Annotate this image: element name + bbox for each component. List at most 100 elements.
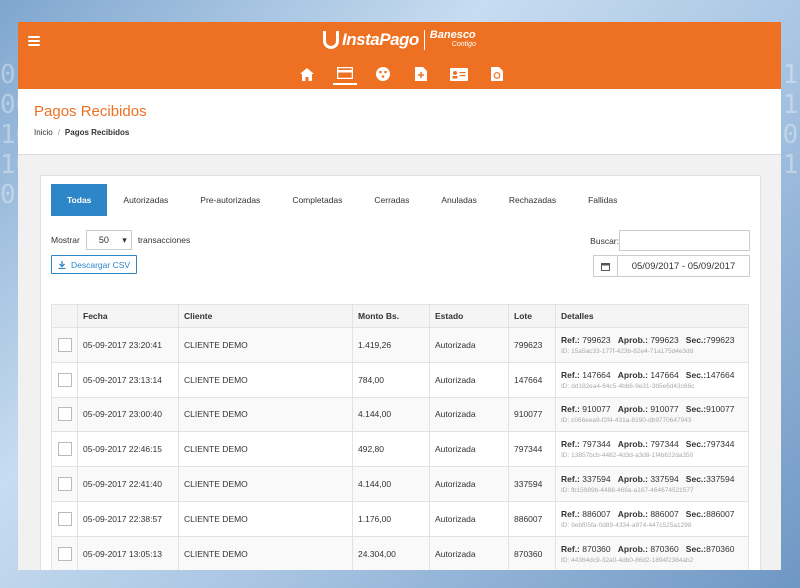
cell-fecha: 05-09-2017 22:46:15: [77, 431, 179, 468]
row-select-cell: [51, 431, 78, 468]
detail-refs: Ref.: 870360 Aprob.: 870360 Sec.:870360: [561, 543, 735, 554]
cell-lote: 886007: [508, 500, 556, 537]
palette-icon[interactable]: [371, 63, 395, 85]
cell-lote: 870360: [508, 535, 556, 570]
download-csv-button[interactable]: Descargar CSV: [51, 255, 138, 274]
tab-completadas[interactable]: Completadas: [276, 184, 358, 216]
detail-refs: Ref.: 337594 Aprob.: 337594 Sec.:337594: [561, 474, 735, 485]
cell-cliente: CLIENTE DEMO: [178, 466, 353, 502]
download-icon: [58, 260, 66, 269]
main-nav: [18, 63, 781, 85]
column-header-monto[interactable]: Monto Bs.: [352, 304, 430, 328]
cell-lote: 147664: [508, 361, 556, 398]
calendar-icon: [594, 256, 618, 276]
tab-cerradas[interactable]: Cerradas: [358, 184, 425, 216]
column-header-cliente[interactable]: Cliente: [178, 304, 353, 328]
table-tools: Mostrar 50 ▾ transacciones Buscar: Descar…: [51, 216, 750, 296]
cell-estado: Autorizada: [429, 466, 509, 502]
detail-refs: Ref.: 886007 Aprob.: 886007 Sec.:886007: [561, 508, 735, 519]
cell-estado: Autorizada: [429, 500, 509, 537]
instapago-logo-icon: [323, 31, 340, 49]
cell-estado: Autorizada: [429, 431, 509, 468]
tab-pre-autorizadas[interactable]: Pre-autorizadas: [184, 184, 276, 216]
cell-cliente: CLIENTE DEMO: [178, 361, 353, 398]
cell-estado: Autorizada: [429, 396, 509, 433]
column-header-detalles[interactable]: Detalles: [555, 304, 749, 328]
cell-detalles: Ref.: 147664 Aprob.: 147664 Sec.:147664 I…: [555, 361, 749, 398]
cell-lote: 797344: [508, 431, 556, 468]
cell-cliente: CLIENTE DEMO: [178, 500, 353, 537]
row-select-cell: [51, 396, 78, 433]
row-select-cell: [51, 466, 78, 502]
detail-refs: Ref.: 799623 Aprob.: 799623 Sec.:799623: [561, 334, 735, 345]
chevron-down-icon: ▾: [122, 234, 127, 245]
row-select-cell: [51, 361, 78, 398]
column-header-estado[interactable]: Estado: [429, 304, 509, 328]
table-row[interactable]: 05-09-2017 13:05:13 CLIENTE DEMO 24.304,00…: [51, 535, 749, 570]
row-checkbox[interactable]: [57, 337, 72, 352]
partner-logo: Banesco Contigo: [429, 29, 476, 49]
breadcrumb-home-link[interactable]: Inicio: [34, 128, 53, 137]
cell-cliente: CLIENTE DEMO: [178, 535, 353, 570]
column-header-lote[interactable]: Lote: [508, 304, 556, 328]
page-length-control: Mostrar 50 ▾ transacciones: [51, 230, 190, 250]
search-control: Buscar:: [590, 230, 750, 251]
column-header-fecha[interactable]: Fecha: [77, 304, 179, 328]
cell-fecha: 05-09-2017 22:41:40: [77, 466, 179, 502]
tab-todas[interactable]: Todas: [51, 184, 108, 216]
cell-lote: 337594: [508, 466, 556, 502]
table-row[interactable]: 05-09-2017 23:20:41 CLIENTE DEMO 1.419,26 A…: [51, 327, 749, 363]
cell-cliente: CLIENTE DEMO: [178, 327, 353, 363]
app-window: InstaPago Banesco Contigo Pagos Recibidos …: [18, 22, 781, 570]
table-row[interactable]: 05-09-2017 22:41:40 CLIENTE DEMO 4.144,00 A…: [51, 466, 749, 502]
table-header-row: Fecha Cliente Monto Bs. Estado Lote Deta…: [51, 304, 749, 328]
home-icon[interactable]: [295, 63, 319, 85]
search-input[interactable]: [619, 230, 750, 251]
tab-anuladas[interactable]: Anuladas: [425, 184, 492, 216]
add-document-icon[interactable]: [409, 63, 433, 85]
breadcrumb: Inicio / Pagos Recibidos: [34, 128, 130, 137]
cell-detalles: Ref.: 870360 Aprob.: 870360 Sec.:870360 I…: [555, 535, 749, 570]
cell-monto: 4.144,00: [352, 466, 430, 502]
row-checkbox[interactable]: [57, 511, 72, 526]
search-label: Buscar:: [590, 235, 619, 246]
cell-cliente: CLIENTE DEMO: [178, 396, 353, 433]
cell-fecha: 05-09-2017 23:00:40: [77, 396, 179, 433]
table-row[interactable]: 05-09-2017 22:46:15 CLIENTE DEMO 492,80 Aut…: [51, 431, 749, 468]
cell-detalles: Ref.: 799623 Aprob.: 799623 Sec.:799623 I…: [555, 327, 749, 363]
top-bar: InstaPago Banesco Contigo: [18, 22, 781, 89]
row-checkbox[interactable]: [57, 546, 72, 561]
table-row[interactable]: 05-09-2017 23:13:14 CLIENTE DEMO 784,00 Aut…: [51, 361, 749, 398]
cell-estado: Autorizada: [429, 327, 509, 363]
detail-id: ID: fb15989b-4488-469a-a167-464674521577: [561, 487, 694, 495]
tab-rechazadas[interactable]: Rechazadas: [493, 184, 572, 216]
cell-lote: 799623: [508, 327, 556, 363]
cell-lote: 910077: [508, 396, 556, 433]
payments-card: Todas Autorizadas Pre-autorizadas Comple…: [40, 175, 761, 570]
cell-detalles: Ref.: 886007 Aprob.: 886007 Sec.:886007 I…: [555, 500, 749, 537]
page-header: Pagos Recibidos Inicio / Pagos Recibidos: [18, 89, 781, 155]
card-icon[interactable]: [332, 63, 357, 85]
cell-fecha: 05-09-2017 23:13:14: [77, 361, 179, 398]
id-card-icon[interactable]: [447, 63, 471, 85]
cell-monto: 1.176,00: [352, 500, 430, 537]
history-icon[interactable]: [485, 63, 509, 85]
detail-id: ID: dd182ea4-64c5-4bb6-9e31-3b5e6d43c66c: [561, 382, 695, 390]
date-range-picker[interactable]: 05/09/2017 - 05/09/2017: [593, 255, 750, 277]
row-checkbox[interactable]: [57, 442, 72, 457]
page-length-select[interactable]: 50 ▾: [85, 230, 132, 250]
date-range-value: 05/09/2017 - 05/09/2017: [631, 260, 736, 272]
row-checkbox[interactable]: [57, 407, 72, 422]
cell-fecha: 05-09-2017 13:05:13: [77, 535, 179, 570]
cell-monto: 492,80: [352, 431, 430, 468]
table-row[interactable]: 05-09-2017 22:38:57 CLIENTE DEMO 1.176,00 A…: [51, 500, 749, 537]
tab-fallidas[interactable]: Fallidas: [572, 184, 633, 216]
table-row[interactable]: 05-09-2017 23:00:40 CLIENTE DEMO 4.144,00 A…: [51, 396, 749, 433]
row-checkbox[interactable]: [57, 477, 72, 492]
row-checkbox[interactable]: [57, 372, 72, 387]
cell-monto: 4.144,00: [352, 396, 430, 433]
page-title: Pagos Recibidos: [34, 103, 147, 120]
tab-autorizadas[interactable]: Autorizadas: [107, 184, 184, 216]
row-select-cell: [51, 535, 78, 570]
detail-id: ID: 15a5ac33-177f-423b-82e4-71a175d4e3dd: [561, 347, 694, 355]
